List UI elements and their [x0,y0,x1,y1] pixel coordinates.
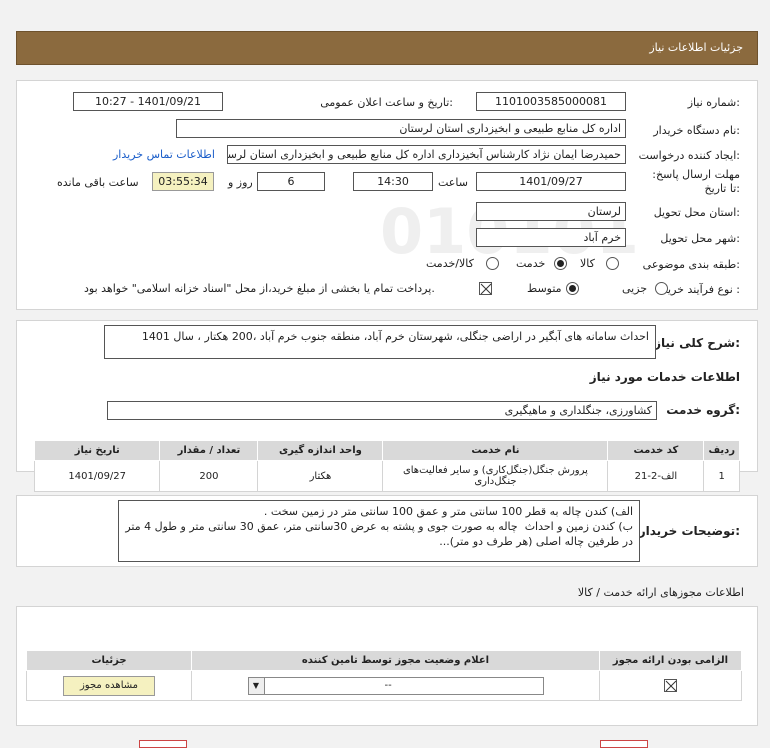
buyer-org-label: نام دستگاه خریدار: [653,124,740,137]
days-label: روز و [228,176,253,189]
cell-details: مشاهده مجوز [26,670,192,701]
services-table-header: ردیف کد خدمت نام خدمت واحد اندازه گیری ت… [33,440,740,461]
days-field: 6 [257,172,325,191]
checkbox-cross-icon [665,680,677,692]
treasury-checkbox[interactable] [479,282,492,295]
category-goods-radio[interactable] [606,257,619,270]
cell-status: -- ▼ [191,670,600,701]
payment-note: پرداخت تمام یا بخشی از مبلغ خرید،از محل … [84,282,435,295]
process-label: نوع فرآیند خرید : [662,283,740,296]
bottom-button-right[interactable] [600,740,648,748]
summary-label: شرح کلی نیاز: [654,336,740,350]
requester-field: حمیدرضا ایمان نژاد کارشناس آبخیزداری ادا… [227,145,626,164]
col-name: نام خدمت [382,440,609,461]
col-date: تاریخ نیاز [33,440,161,461]
announce-label: تاریخ و ساعت اعلان عمومی: [320,96,453,109]
remaining-time-field: 03:55:34 [152,172,214,191]
service-group-label: گروه خدمت: [666,403,740,417]
requester-label: ایجاد کننده درخواست: [638,149,740,162]
chevron-down-icon: ▼ [248,677,265,694]
col-details: جزئیات [26,650,192,671]
col-code: کد خدمت [607,440,705,461]
view-permit-button[interactable]: مشاهده مجوز [63,675,155,696]
category-service-radio[interactable] [554,257,567,270]
category-service-label: خدمت [516,257,546,270]
buyer-desc-field: الف) کندن چاله به قطر 100 سانتی متر و عم… [118,500,640,562]
permits-table: الزامی بودن ارائه مجوز اعلام وضعیت مجوز … [26,650,742,701]
need-number-field: 1101003585000081 [476,92,626,111]
bottom-button-left[interactable] [139,740,187,748]
province-label: استان محل تحویل: [653,206,740,219]
category-both-label: کالا/خدمت [426,257,474,270]
deadline-date-field: 1401/09/27 [476,172,626,191]
status-select[interactable]: -- ▼ [247,676,544,695]
status-select-value: -- [384,679,392,691]
services-table: ردیف کد خدمت نام خدمت واحد اندازه گیری ت… [33,440,740,492]
category-label: طبقه بندی موضوعی: [642,258,740,271]
contact-buyer-link[interactable]: اطلاعات تماس خریدار [113,148,215,161]
service-group-field: کشاورزی، جنگلداری و ماهیگیری [107,401,657,420]
buyer-desc-label: توضیحات خریدار: [638,524,740,538]
province-field: لرستان [476,202,626,221]
remaining-label: ساعت باقی مانده [57,176,139,189]
need-number-label: شماره نیاز: [687,96,740,109]
process-minor-radio[interactable] [655,282,668,295]
table-row: 1 الف-2-21 پرورش جنگل(جنگل‌کاری) و سایر … [33,460,740,492]
city-field: خرم آباد [476,228,626,247]
cell-unit: هکتار [257,460,384,492]
category-goods-label: کالا [580,257,595,270]
cell-date: 1401/09/27 [33,460,161,492]
permits-section-title: اطلاعات مجوزهای ارائه خدمت / کالا [577,586,744,599]
services-section-title: اطلاعات خدمات مورد نیاز [589,370,740,384]
cell-name: پرورش جنگل(جنگل‌کاری) و سایر فعالیت‌های … [382,460,609,492]
table-row: -- ▼ مشاهده مجوز [26,670,742,701]
required-checkbox[interactable] [664,679,677,692]
process-medium-label: متوسط [527,282,562,295]
cell-qty: 200 [159,460,259,492]
info-panel [16,80,758,310]
deadline-label-text: مهلت ارسال پاسخ: تا تاریخ: [652,168,740,195]
cell-required [599,670,742,701]
announce-field: 1401/09/21 - 10:27 [73,92,223,111]
process-minor-label: جزیی [622,282,648,295]
col-unit: واحد اندازه گیری [257,440,384,461]
checkbox-cross-icon [480,283,492,295]
cell-code: الف-2-21 [607,460,705,492]
deadline-label: مهلت ارسال پاسخ: تا تاریخ: [650,168,740,196]
page-header: جزئیات اطلاعات نیاز [16,31,758,65]
deadline-time-label: ساعت [438,176,468,189]
permits-table-header: الزامی بودن ارائه مجوز اعلام وضعیت مجوز … [26,650,742,671]
process-medium-radio[interactable] [566,282,579,295]
col-status: اعلام وضعیت مجوز توسط تامین کننده [191,650,600,671]
deadline-time-field: 14:30 [353,172,433,191]
page-title: جزئیات اطلاعات نیاز [649,41,743,54]
city-label: شهر محل تحویل: [660,232,740,245]
col-required: الزامی بودن ارائه مجوز [599,650,742,671]
summary-field: احداث سامانه های آبگیر در اراضی جنگلی، ش… [104,325,656,359]
cell-row: 1 [703,460,740,492]
col-qty: تعداد / مقدار [159,440,259,461]
buyer-org-field: اداره کل منابع طبیعی و ابخیزداری استان ل… [176,119,626,138]
col-row: ردیف [703,440,740,461]
category-both-radio[interactable] [486,257,499,270]
